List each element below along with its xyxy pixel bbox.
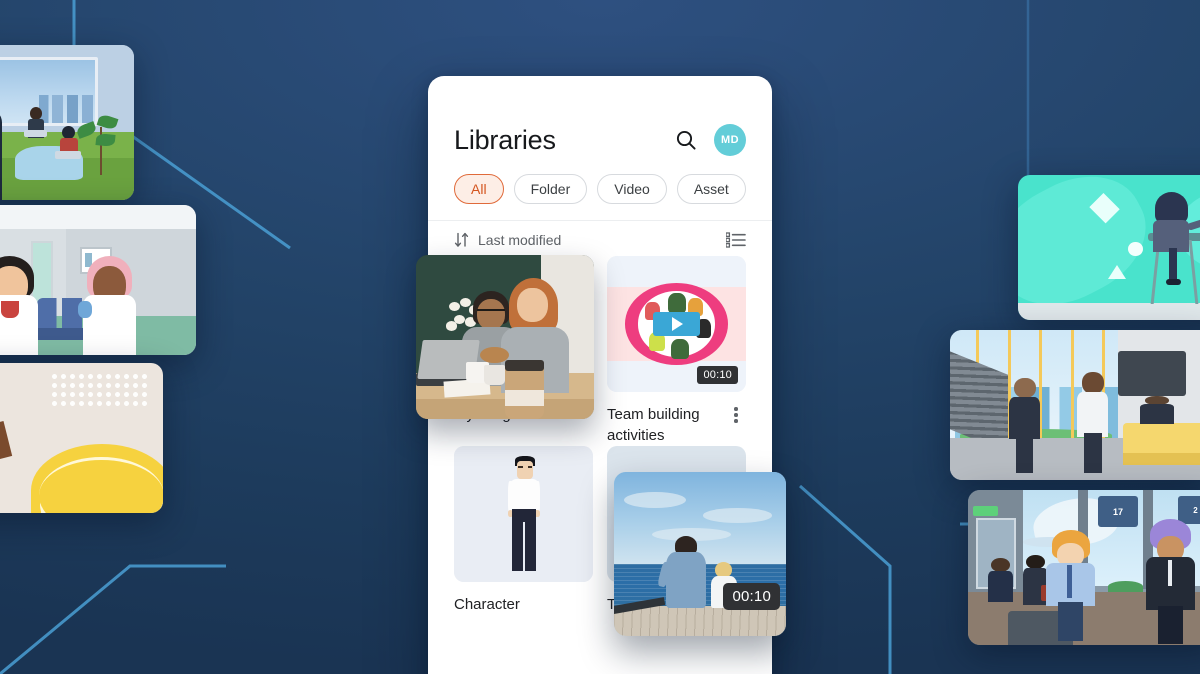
- item-label: Team building activities: [607, 406, 700, 444]
- floating-thumbnail-my-image[interactable]: [416, 255, 594, 419]
- avatar[interactable]: MD: [714, 124, 746, 156]
- thumbnail-team-building[interactable]: 00:10: [607, 256, 746, 392]
- filter-chip-folder[interactable]: Folder: [513, 174, 588, 204]
- illustration-card-teal-presenter: [1018, 175, 1200, 320]
- app-header: Libraries MD: [428, 76, 772, 156]
- filter-chips: All Folder Video Asset: [428, 156, 772, 220]
- sort-label: Last modified: [478, 231, 562, 248]
- filter-chip-video[interactable]: Video: [597, 174, 667, 204]
- sort-control[interactable]: Last modified: [454, 232, 561, 248]
- item-label: Character: [454, 596, 520, 613]
- library-item-character[interactable]: Character: [454, 446, 593, 615]
- search-icon[interactable]: [672, 126, 700, 154]
- illustration-card-airport-gate: 17 2: [968, 490, 1200, 645]
- sort-bar: Last modified: [428, 220, 772, 250]
- page-title: Libraries: [454, 124, 556, 155]
- gate-sign-2: 2: [1178, 496, 1200, 525]
- thumbnail-character[interactable]: [454, 446, 593, 582]
- illustration-card-office-lobby: [950, 330, 1200, 480]
- illustration-card-woman-pink: [0, 363, 163, 513]
- filter-chip-all[interactable]: All: [454, 174, 504, 204]
- library-item-team-building[interactable]: 00:10 Team building activities: [607, 256, 746, 446]
- list-view-icon[interactable]: [725, 231, 746, 248]
- illustration-card-hospital: [0, 205, 196, 355]
- duration-badge: 00:10: [723, 583, 780, 610]
- duration-badge: 00:10: [697, 366, 738, 384]
- screenshot-stage: 17 2 Libraries MD All Folder Video Asset…: [0, 0, 1200, 674]
- filter-chip-asset[interactable]: Asset: [676, 174, 746, 204]
- sort-arrows-icon: [454, 232, 469, 248]
- floating-thumbnail-traveling-video[interactable]: 00:10: [614, 472, 786, 636]
- more-options-icon[interactable]: [726, 404, 746, 424]
- gate-sign-17: 17: [1098, 496, 1138, 528]
- illustration-card-office-lounge: [0, 45, 134, 200]
